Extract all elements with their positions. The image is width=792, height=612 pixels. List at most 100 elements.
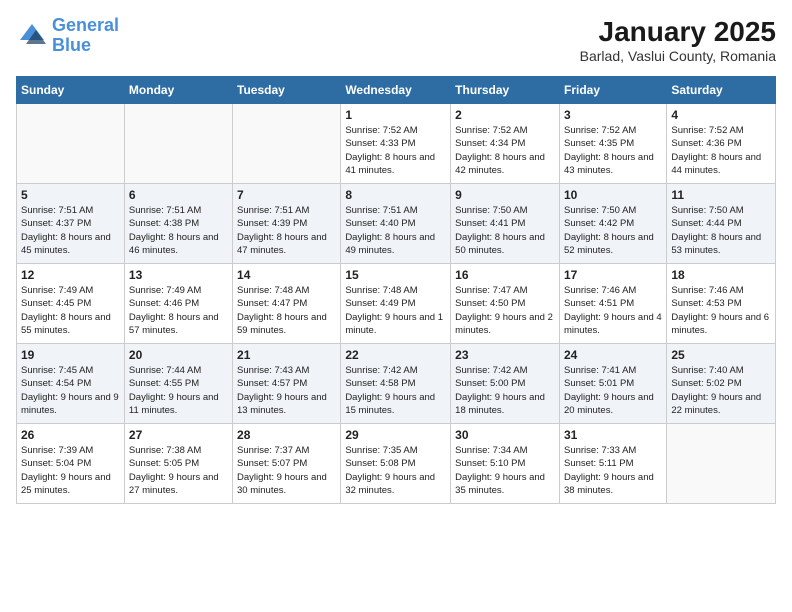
day-number: 1 [345,108,446,122]
col-monday: Monday [124,77,232,104]
calendar-week-1: 5 Sunrise: 7:51 AM Sunset: 4:37 PM Daylig… [17,184,776,264]
table-row: 13Sunrise: 7:49 AM Sunset: 4:46 PM Dayli… [124,264,232,344]
day-number: 19 [21,348,120,362]
day-number: 18 [671,268,771,282]
day-number: 25 [671,348,771,362]
day-number: 17 [564,268,662,282]
table-row: 3 Sunrise: 7:52 AM Sunset: 4:35 PM Daylig… [559,104,666,184]
day-number: 22 [345,348,446,362]
cell-content: Sunrise: 7:46 AM Sunset: 4:53 PM Dayligh… [671,284,771,337]
day-number: 15 [345,268,446,282]
day-number: 13 [129,268,228,282]
table-row: 5 Sunrise: 7:51 AM Sunset: 4:37 PM Daylig… [17,184,125,264]
table-row: 11 Sunrise: 7:50 AM Sunset: 4:44 PM Dayli… [667,184,776,264]
cell-content: Sunrise: 7:39 AM Sunset: 5:04 PM Dayligh… [21,444,120,497]
col-wednesday: Wednesday [341,77,451,104]
cell-content: Sunrise: 7:42 AM Sunset: 5:00 PM Dayligh… [455,364,555,417]
cell-content: Sunrise: 7:44 AM Sunset: 4:55 PM Dayligh… [129,364,228,417]
cell-content: Sunrise: 7:51 AM Sunset: 4:39 PM Dayligh… [237,204,336,257]
day-number: 7 [237,188,336,202]
table-row: 7 Sunrise: 7:51 AM Sunset: 4:39 PM Daylig… [233,184,341,264]
cell-content: Sunrise: 7:34 AM Sunset: 5:10 PM Dayligh… [455,444,555,497]
day-number: 27 [129,428,228,442]
day-number: 31 [564,428,662,442]
cell-content: Sunrise: 7:52 AM Sunset: 4:34 PM Dayligh… [455,124,555,177]
cell-content: Sunrise: 7:51 AM Sunset: 4:37 PM Dayligh… [21,204,120,257]
table-row: 23 Sunrise: 7:42 AM Sunset: 5:00 PM Dayli… [451,344,560,424]
day-number: 6 [129,188,228,202]
day-number: 9 [455,188,555,202]
table-row: 2 Sunrise: 7:52 AM Sunset: 4:34 PM Daylig… [451,104,560,184]
table-row: 28Sunrise: 7:37 AM Sunset: 5:07 PM Dayli… [233,424,341,504]
cell-content: Sunrise: 7:50 AM Sunset: 4:42 PM Dayligh… [564,204,662,257]
day-number: 21 [237,348,336,362]
logo-text: General Blue [52,16,119,56]
logo-line2: Blue [52,35,91,55]
col-friday: Friday [559,77,666,104]
day-number: 30 [455,428,555,442]
cell-content: Sunrise: 7:33 AM Sunset: 5:11 PM Dayligh… [564,444,662,497]
day-number: 4 [671,108,771,122]
table-row: 21 Sunrise: 7:43 AM Sunset: 4:57 PM Dayli… [233,344,341,424]
cell-content: Sunrise: 7:37 AM Sunset: 5:07 PM Dayligh… [237,444,336,497]
day-number: 14 [237,268,336,282]
cell-content: Sunrise: 7:50 AM Sunset: 4:41 PM Dayligh… [455,204,555,257]
logo-icon [16,20,48,52]
day-number: 23 [455,348,555,362]
day-number: 29 [345,428,446,442]
table-row: 15 Sunrise: 7:48 AM Sunset: 4:49 PM Dayli… [341,264,451,344]
table-row: 18 Sunrise: 7:46 AM Sunset: 4:53 PM Dayli… [667,264,776,344]
table-row: 22Sunrise: 7:42 AM Sunset: 4:58 PM Dayli… [341,344,451,424]
table-row: 4 Sunrise: 7:52 AM Sunset: 4:36 PM Daylig… [667,104,776,184]
page-header: General Blue January 2025 Barlad, Vaslui… [16,16,776,64]
cell-content: Sunrise: 7:38 AM Sunset: 5:05 PM Dayligh… [129,444,228,497]
cell-content: Sunrise: 7:52 AM Sunset: 4:33 PM Dayligh… [345,124,446,177]
day-number: 11 [671,188,771,202]
day-number: 8 [345,188,446,202]
cell-content: Sunrise: 7:40 AM Sunset: 5:02 PM Dayligh… [671,364,771,417]
page-subtitle: Barlad, Vaslui County, Romania [580,48,776,64]
day-number: 16 [455,268,555,282]
cell-content: Sunrise: 7:43 AM Sunset: 4:57 PM Dayligh… [237,364,336,417]
table-row: 10 Sunrise: 7:50 AM Sunset: 4:42 PM Dayli… [559,184,666,264]
cell-content: Sunrise: 7:47 AM Sunset: 4:50 PM Dayligh… [455,284,555,337]
table-row: 12 Sunrise: 7:49 AM Sunset: 4:45 PM Dayli… [17,264,125,344]
header-row: Sunday Monday Tuesday Wednesday Thursday… [17,77,776,104]
day-number: 12 [21,268,120,282]
day-number: 2 [455,108,555,122]
col-sunday: Sunday [17,77,125,104]
table-row: 31 Sunrise: 7:33 AM Sunset: 5:11 PM Dayli… [559,424,666,504]
table-row [667,424,776,504]
table-row: 30 Sunrise: 7:34 AM Sunset: 5:10 PM Dayli… [451,424,560,504]
col-thursday: Thursday [451,77,560,104]
cell-content: Sunrise: 7:51 AM Sunset: 4:38 PM Dayligh… [129,204,228,257]
cell-content: Sunrise: 7:41 AM Sunset: 5:01 PM Dayligh… [564,364,662,417]
cell-content: Sunrise: 7:50 AM Sunset: 4:44 PM Dayligh… [671,204,771,257]
cell-content: Sunrise: 7:51 AM Sunset: 4:40 PM Dayligh… [345,204,446,257]
col-saturday: Saturday [667,77,776,104]
cell-content: Sunrise: 7:48 AM Sunset: 4:49 PM Dayligh… [345,284,446,337]
calendar-week-3: 19 Sunrise: 7:45 AM Sunset: 4:54 PM Dayli… [17,344,776,424]
cell-content: Sunrise: 7:35 AM Sunset: 5:08 PM Dayligh… [345,444,446,497]
cell-content: Sunrise: 7:46 AM Sunset: 4:51 PM Dayligh… [564,284,662,337]
table-row: 29 Sunrise: 7:35 AM Sunset: 5:08 PM Dayli… [341,424,451,504]
day-number: 26 [21,428,120,442]
table-row: 27 Sunrise: 7:38 AM Sunset: 5:05 PM Dayli… [124,424,232,504]
cell-content: Sunrise: 7:45 AM Sunset: 4:54 PM Dayligh… [21,364,120,417]
table-row [124,104,232,184]
day-number: 3 [564,108,662,122]
table-row: 9 Sunrise: 7:50 AM Sunset: 4:41 PM Daylig… [451,184,560,264]
cell-content: Sunrise: 7:49 AM Sunset: 4:45 PM Dayligh… [21,284,120,337]
table-row: 8 Sunrise: 7:51 AM Sunset: 4:40 PM Daylig… [341,184,451,264]
cell-content: Sunrise: 7:52 AM Sunset: 4:35 PM Dayligh… [564,124,662,177]
day-number: 5 [21,188,120,202]
logo-line1: General [52,15,119,35]
calendar-table: Sunday Monday Tuesday Wednesday Thursday… [16,76,776,504]
table-row: 26 Sunrise: 7:39 AM Sunset: 5:04 PM Dayli… [17,424,125,504]
table-row: 20Sunrise: 7:44 AM Sunset: 4:55 PM Dayli… [124,344,232,424]
table-row [233,104,341,184]
table-row: 16 Sunrise: 7:47 AM Sunset: 4:50 PM Dayli… [451,264,560,344]
day-number: 24 [564,348,662,362]
day-number: 10 [564,188,662,202]
cell-content: Sunrise: 7:52 AM Sunset: 4:36 PM Dayligh… [671,124,771,177]
